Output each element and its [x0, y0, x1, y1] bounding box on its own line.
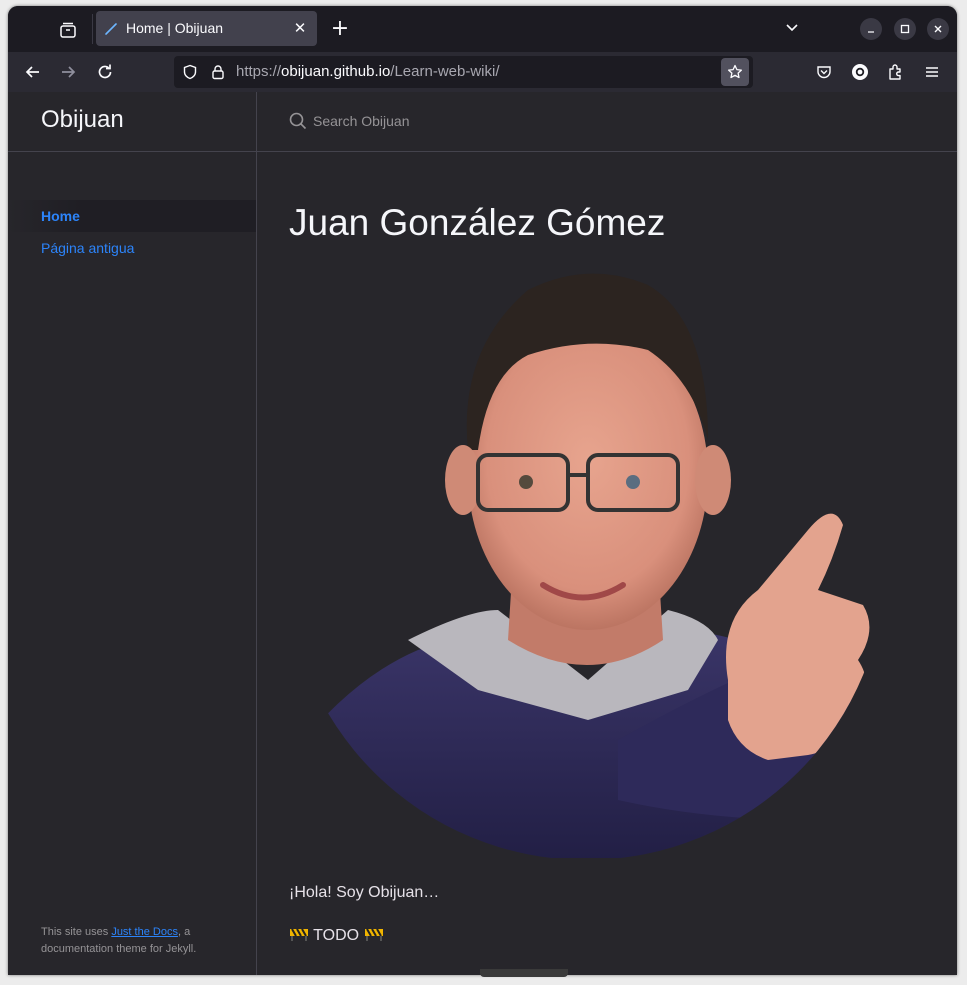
just-the-docs-link[interactable]: Just the Docs — [111, 926, 178, 938]
main-content: Search Obijuan Juan González Gómez ¡Hola… — [257, 92, 957, 975]
tab-active[interactable]: Home | Obijuan ✕ — [96, 11, 317, 46]
star-icon[interactable] — [721, 58, 749, 86]
sidebar-item-home[interactable]: Home — [8, 200, 256, 232]
todo-text: TODO — [313, 927, 360, 944]
reload-icon[interactable] — [93, 60, 117, 84]
sidebar-item-label: Home — [41, 208, 80, 224]
shield-icon[interactable] — [182, 64, 198, 84]
site-title[interactable]: Obijuan — [41, 106, 124, 134]
todo-line: TODO — [289, 926, 384, 947]
plus-icon[interactable]: + — [328, 18, 352, 42]
pencil-icon — [104, 21, 118, 40]
maximize-icon[interactable] — [894, 18, 916, 40]
account-icon[interactable] — [848, 60, 872, 84]
sidebar-footer: This site uses Just the Docs, a document… — [41, 926, 197, 955]
close-icon[interactable]: ✕ — [291, 19, 309, 37]
construction-icon — [289, 926, 309, 947]
portrait-image — [288, 260, 885, 860]
chevron-down-icon[interactable] — [784, 20, 800, 40]
forward-icon[interactable] — [56, 60, 80, 84]
tab-list-icon[interactable] — [55, 17, 81, 43]
tab-separator — [92, 14, 93, 44]
search-icon — [289, 112, 307, 134]
url-text[interactable]: https://obijuan.github.io/Learn-web-wiki… — [236, 63, 500, 80]
menu-icon[interactable] — [920, 60, 944, 84]
browser-window: Home | Obijuan ✕ + https://obijuan.githu… — [8, 6, 957, 975]
construction-icon — [364, 926, 384, 947]
search-bar[interactable]: Search Obijuan — [257, 92, 957, 152]
lock-icon[interactable] — [210, 64, 226, 84]
tab-title: Home | Obijuan — [126, 20, 224, 36]
sidebar-item-label: Página antigua — [41, 240, 135, 256]
greeting-text: ¡Hola! Soy Obijuan… — [289, 884, 440, 901]
close-window-icon[interactable] — [927, 18, 949, 40]
sidebar-item-pagina-antigua[interactable]: Página antigua — [8, 232, 256, 264]
page-title: Juan González Gómez — [289, 202, 666, 243]
tab-strip: Home | Obijuan ✕ + — [8, 6, 957, 52]
sidebar: Obijuan Home Página antigua This site us… — [8, 92, 257, 975]
back-icon[interactable] — [21, 60, 45, 84]
minimize-icon[interactable] — [860, 18, 882, 40]
page-content: Obijuan Home Página antigua This site us… — [8, 92, 957, 975]
address-bar[interactable]: https://obijuan.github.io/Learn-web-wiki… — [174, 56, 753, 88]
extensions-icon[interactable] — [884, 60, 908, 84]
navigation-toolbar: https://obijuan.github.io/Learn-web-wiki… — [8, 52, 957, 92]
pocket-icon[interactable] — [812, 60, 836, 84]
search-input[interactable]: Search Obijuan — [313, 113, 410, 129]
divider — [8, 151, 256, 152]
scroll-handle[interactable] — [480, 969, 568, 977]
